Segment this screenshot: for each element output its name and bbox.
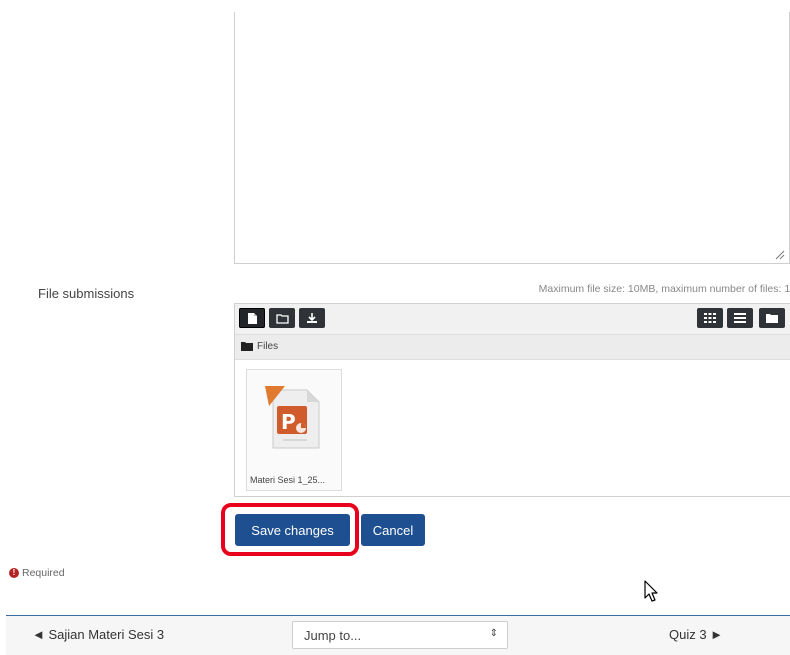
view-tree-button[interactable] [759, 308, 785, 328]
required-label: Required [22, 567, 65, 579]
select-arrows-icon: ⇕ [489, 628, 498, 639]
svg-text:P: P [281, 410, 296, 434]
file-manager-toolbar [235, 304, 790, 335]
next-activity-link[interactable]: Quiz 3 ► [669, 627, 723, 642]
cancel-button[interactable]: Cancel [361, 514, 425, 546]
file-icon [247, 312, 257, 324]
view-grid-button[interactable] [697, 308, 723, 328]
resize-handle-icon[interactable] [775, 250, 785, 260]
grid-view-icon [704, 313, 716, 323]
file-submissions-label: File submissions [38, 286, 135, 301]
download-icon [307, 313, 317, 323]
required-note: ! Required [9, 567, 65, 579]
path-label: Files [257, 341, 279, 352]
jump-to-label: Jump to... [304, 628, 362, 643]
file-path-bar: Files [235, 335, 790, 360]
folder-icon [241, 342, 253, 351]
folder-outline-icon [275, 313, 289, 324]
file-manager: Files P Materi Sesi 1_25... [234, 303, 790, 497]
online-text-area[interactable] [234, 12, 790, 264]
mouse-pointer-icon [644, 580, 658, 602]
file-item[interactable]: P Materi Sesi 1_25... [246, 369, 342, 491]
max-file-info: Maximum file size: 10MB, maximum number … [538, 283, 790, 295]
folder-icon [766, 314, 778, 323]
view-list-button[interactable] [727, 308, 753, 328]
exclamation-icon: ! [9, 568, 19, 578]
jump-to-select[interactable]: Jump to... ⇕ [292, 621, 508, 649]
list-view-icon [734, 313, 746, 323]
save-button-highlight [221, 503, 359, 556]
powerpoint-file-icon: P [265, 386, 320, 449]
file-name: Materi Sesi 1_25... [250, 475, 326, 485]
create-folder-button[interactable] [269, 308, 295, 328]
download-button[interactable] [299, 308, 325, 328]
previous-activity-link[interactable]: ◄ Sajian Materi Sesi 3 [32, 627, 164, 642]
activity-navigation: ◄ Sajian Materi Sesi 3 Jump to... ⇕ Quiz… [6, 616, 790, 655]
add-file-button[interactable] [239, 308, 265, 328]
